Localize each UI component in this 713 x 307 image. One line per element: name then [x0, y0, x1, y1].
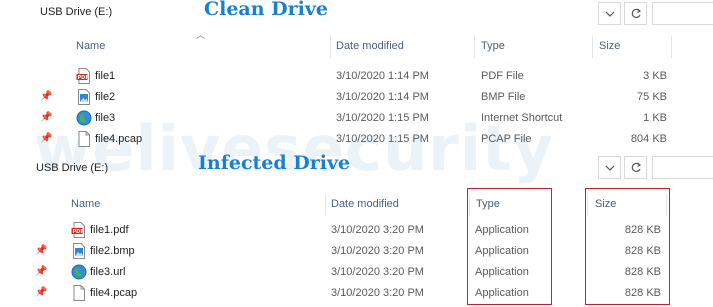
refresh-icon [631, 162, 641, 172]
pin-icon[interactable]: 📌 [40, 133, 52, 144]
pdf-file-icon: PDF [71, 222, 85, 238]
file-size: 1 KB [643, 112, 667, 124]
pin-icon[interactable]: 📌 [40, 91, 52, 102]
address-dropdown-button[interactable] [598, 156, 621, 179]
file-size: 828 KB [624, 224, 661, 236]
column-type[interactable]: Type [481, 40, 505, 52]
file-name: file4.pcap [90, 287, 138, 299]
chevron-down-icon [605, 11, 614, 17]
sort-up-icon: ︿ [196, 30, 206, 40]
column-header-row: ︿ Name Date modified Type Size [0, 30, 713, 58]
pin-icon[interactable]: 📌 [35, 245, 47, 256]
internet-shortcut-icon [76, 110, 92, 126]
file-type: Application [475, 266, 529, 278]
column-date-modified[interactable]: Date modified [331, 198, 399, 210]
pin-icon[interactable]: 📌 [40, 112, 52, 123]
search-box[interactable] [652, 2, 713, 25]
refresh-button[interactable] [624, 2, 647, 25]
table-row[interactable]: 📌 file4.pcap 3/10/2020 3:20 PM Applicati… [0, 283, 713, 304]
panel-title: Clean Drive [204, 0, 329, 20]
chevron-down-icon [605, 165, 614, 171]
column-size[interactable]: Size [599, 40, 620, 52]
column-separator[interactable] [469, 194, 470, 216]
image-file-icon [73, 243, 85, 259]
table-row[interactable]: 📌 file4.pcap 3/10/2020 1:15 PM PCAP File… [0, 129, 713, 150]
file-name: file3.url [90, 266, 126, 278]
table-row[interactable]: PDF file1.pdf 3/10/2020 3:20 PM Applicat… [0, 220, 713, 241]
file-size: 828 KB [624, 287, 661, 299]
column-separator[interactable] [330, 36, 331, 58]
file-size: 804 KB [630, 133, 667, 145]
file-type: PCAP File [481, 133, 532, 145]
file-size: 75 KB [637, 91, 667, 103]
file-name: file3 [95, 112, 116, 124]
column-date-modified[interactable]: Date modified [336, 40, 404, 52]
pin-icon[interactable]: 📌 [35, 287, 47, 298]
column-separator[interactable] [474, 36, 475, 58]
table-row[interactable]: 📌 file3.url 3/10/2020 3:20 PM Applicatio… [0, 262, 713, 283]
infected-drive-panel: USB Drive (E:) Infected Drive Name Date … [0, 152, 713, 307]
file-date: 3/10/2020 3:20 PM [331, 266, 424, 278]
column-separator[interactable] [325, 194, 326, 216]
search-box[interactable] [652, 156, 713, 179]
file-name: file2 [95, 91, 116, 103]
panel-title: Infected Drive [198, 152, 351, 174]
refresh-icon [631, 8, 641, 18]
column-name[interactable]: Name [76, 40, 105, 52]
address-text: USB Drive (E:) [36, 162, 109, 174]
file-type: Internet Shortcut [481, 112, 563, 124]
clean-drive-panel: USB Drive (E:) Clean Drive ︿ Name Date m… [0, 0, 713, 152]
pdf-file-icon: PDF [76, 68, 90, 84]
svg-text:PDF: PDF [78, 75, 89, 81]
internet-shortcut-icon [71, 264, 87, 280]
file-date: 3/10/2020 3:20 PM [331, 224, 424, 236]
svg-text:PDF: PDF [73, 229, 84, 235]
file-date: 3/10/2020 3:20 PM [331, 287, 424, 299]
file-date: 3/10/2020 3:20 PM [331, 245, 424, 257]
address-text: USB Drive (E:) [40, 6, 113, 18]
file-date: 3/10/2020 1:14 PM [336, 70, 429, 82]
column-header-row: Name Date modified Type Size [0, 192, 713, 216]
file-name: file1.pdf [90, 224, 129, 236]
address-dropdown-button[interactable] [598, 2, 621, 25]
file-name: file2.bmp [90, 245, 135, 257]
file-size: 3 KB [643, 70, 667, 82]
file-date: 3/10/2020 1:15 PM [336, 133, 429, 145]
file-size: 828 KB [624, 266, 661, 278]
table-row[interactable]: 📌 file2.bmp 3/10/2020 3:20 PM Applicatio… [0, 241, 713, 262]
table-row[interactable]: 📌 file2 3/10/2020 1:14 PM BMP File 75 KB [0, 87, 713, 108]
file-date: 3/10/2020 1:14 PM [336, 91, 429, 103]
table-row[interactable]: 📌 file3 3/10/2020 1:15 PM Internet Short… [0, 108, 713, 129]
file-type: PDF File [481, 70, 524, 82]
column-separator[interactable] [587, 194, 588, 216]
file-date: 3/10/2020 1:15 PM [336, 112, 429, 124]
file-type: BMP File [481, 91, 526, 103]
file-type: Application [475, 287, 529, 299]
column-type[interactable]: Type [476, 198, 500, 210]
column-separator[interactable] [671, 36, 672, 58]
file-size: 828 KB [624, 245, 661, 257]
column-name[interactable]: Name [71, 198, 100, 210]
column-separator[interactable] [592, 36, 593, 58]
pin-icon[interactable]: 📌 [35, 266, 47, 277]
table-row[interactable]: PDF file1 3/10/2020 1:14 PM PDF File 3 K… [0, 66, 713, 87]
file-type: Application [475, 224, 529, 236]
file-type: Application [475, 245, 529, 257]
column-separator[interactable] [666, 194, 667, 216]
file-name: file1 [95, 70, 116, 82]
image-file-icon [78, 89, 90, 105]
generic-file-icon [78, 131, 90, 147]
file-name: file4.pcap [95, 133, 143, 145]
refresh-button[interactable] [624, 156, 647, 179]
generic-file-icon [73, 285, 85, 301]
column-size[interactable]: Size [595, 198, 616, 210]
